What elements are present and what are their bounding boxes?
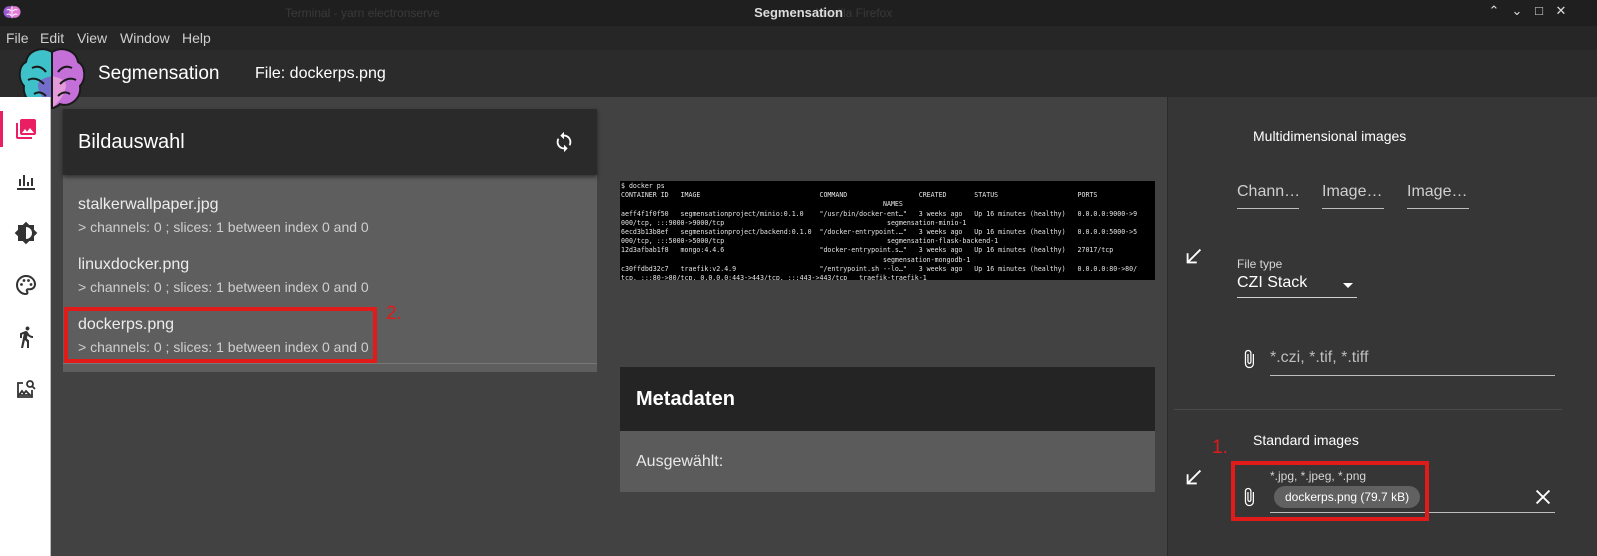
nav-images[interactable] <box>0 103 51 155</box>
multidimensional-title: Multidimensional images <box>1253 128 1407 144</box>
multidimensional-file-input[interactable]: *.czi, *.tif, *.tiff <box>1270 345 1555 376</box>
metadata-header: Metadaten <box>620 367 1155 431</box>
menu-bar: File Edit View Window Help <box>0 26 1597 50</box>
close-icon[interactable]: ✕ <box>1551 3 1571 19</box>
image-dimension-field[interactable]: Image… <box>1407 183 1469 209</box>
dropdown-caret-icon <box>1343 283 1353 288</box>
image-search-icon <box>16 380 36 398</box>
nav-run[interactable] <box>0 311 51 363</box>
image-dimension-field[interactable]: Image… <box>1322 183 1384 209</box>
menu-window[interactable]: Window <box>120 30 170 46</box>
arrow-down-left-icon[interactable] <box>1183 466 1205 488</box>
paperclip-icon[interactable] <box>1239 347 1259 371</box>
nav-brightness[interactable] <box>0 207 51 259</box>
list-item-name: linuxdocker.png <box>78 256 190 273</box>
maximize-icon[interactable]: □ <box>1529 3 1549 18</box>
brightness-icon <box>14 221 37 245</box>
list-item[interactable]: stalkerwallpaper.jpg > channels: 0 ; sli… <box>63 189 597 249</box>
os-title-bar: Terminal - yarn electronserve Mozilla Fi… <box>0 0 1597 26</box>
step-2-label: 2. <box>386 303 402 324</box>
list-item-name: stalkerwallpaper.jpg <box>78 196 219 213</box>
app-title: Segmensation <box>98 63 220 84</box>
run-icon <box>19 326 33 348</box>
list-item-detail: > channels: 0 ; slices: 1 between index … <box>78 279 369 295</box>
menu-view[interactable]: View <box>77 30 107 46</box>
channels-field[interactable]: Chann… <box>1237 183 1299 209</box>
image-list-header: Bildauswahl <box>63 109 597 175</box>
image-preview: $ docker ps CONTAINER ID IMAGE COMMAND C… <box>620 181 1155 280</box>
current-file-label: File: dockerps.png <box>255 65 386 82</box>
arrow-down-left-icon[interactable] <box>1183 245 1205 267</box>
app-header: Segmensation File: dockerps.png <box>0 48 1597 110</box>
nav-image-search[interactable] <box>0 363 51 415</box>
section-divider <box>1174 409 1562 410</box>
clear-icon[interactable] <box>1532 486 1554 508</box>
file-type-select[interactable]: CZI Stack <box>1237 274 1357 298</box>
metadata-title: Metadaten <box>636 388 735 410</box>
list-item-detail: > channels: 0 ; slices: 1 between index … <box>78 219 369 235</box>
list-divider <box>63 363 597 364</box>
palette-icon <box>15 274 36 296</box>
step-1-label: 1. <box>1212 437 1228 458</box>
menu-file[interactable]: File <box>6 30 29 46</box>
side-nav <box>0 97 51 556</box>
file-input-placeholder: *.czi, *.tif, *.tiff <box>1270 349 1369 366</box>
chevron-down-icon[interactable]: ⌄ <box>1507 3 1527 19</box>
metadata-body: Ausgewählt: <box>620 431 1155 492</box>
minimize-icon[interactable]: ⌃ <box>1484 3 1504 19</box>
highlight-box-step-1 <box>1231 461 1429 521</box>
menu-edit[interactable]: Edit <box>40 30 64 46</box>
terminal-screenshot-text: $ docker ps CONTAINER ID IMAGE COMMAND C… <box>621 182 1138 280</box>
image-list-title: Bildauswahl <box>78 131 185 153</box>
window-title: Segmensation <box>754 5 843 20</box>
list-item[interactable]: linuxdocker.png > channels: 0 ; slices: … <box>63 249 597 309</box>
nav-palette[interactable] <box>0 259 51 311</box>
nav-statistics[interactable] <box>0 155 51 207</box>
bar-chart-icon <box>16 175 35 190</box>
images-icon <box>15 119 36 139</box>
menu-help[interactable]: Help <box>182 30 211 46</box>
refresh-icon[interactable] <box>553 131 575 153</box>
highlight-box-step-2 <box>64 307 377 363</box>
file-type-label: File type <box>1237 257 1283 271</box>
file-type-value: CZI Stack <box>1237 274 1308 291</box>
selected-label: Ausgewählt: <box>636 453 724 470</box>
standard-images-title: Standard images <box>1253 432 1359 448</box>
